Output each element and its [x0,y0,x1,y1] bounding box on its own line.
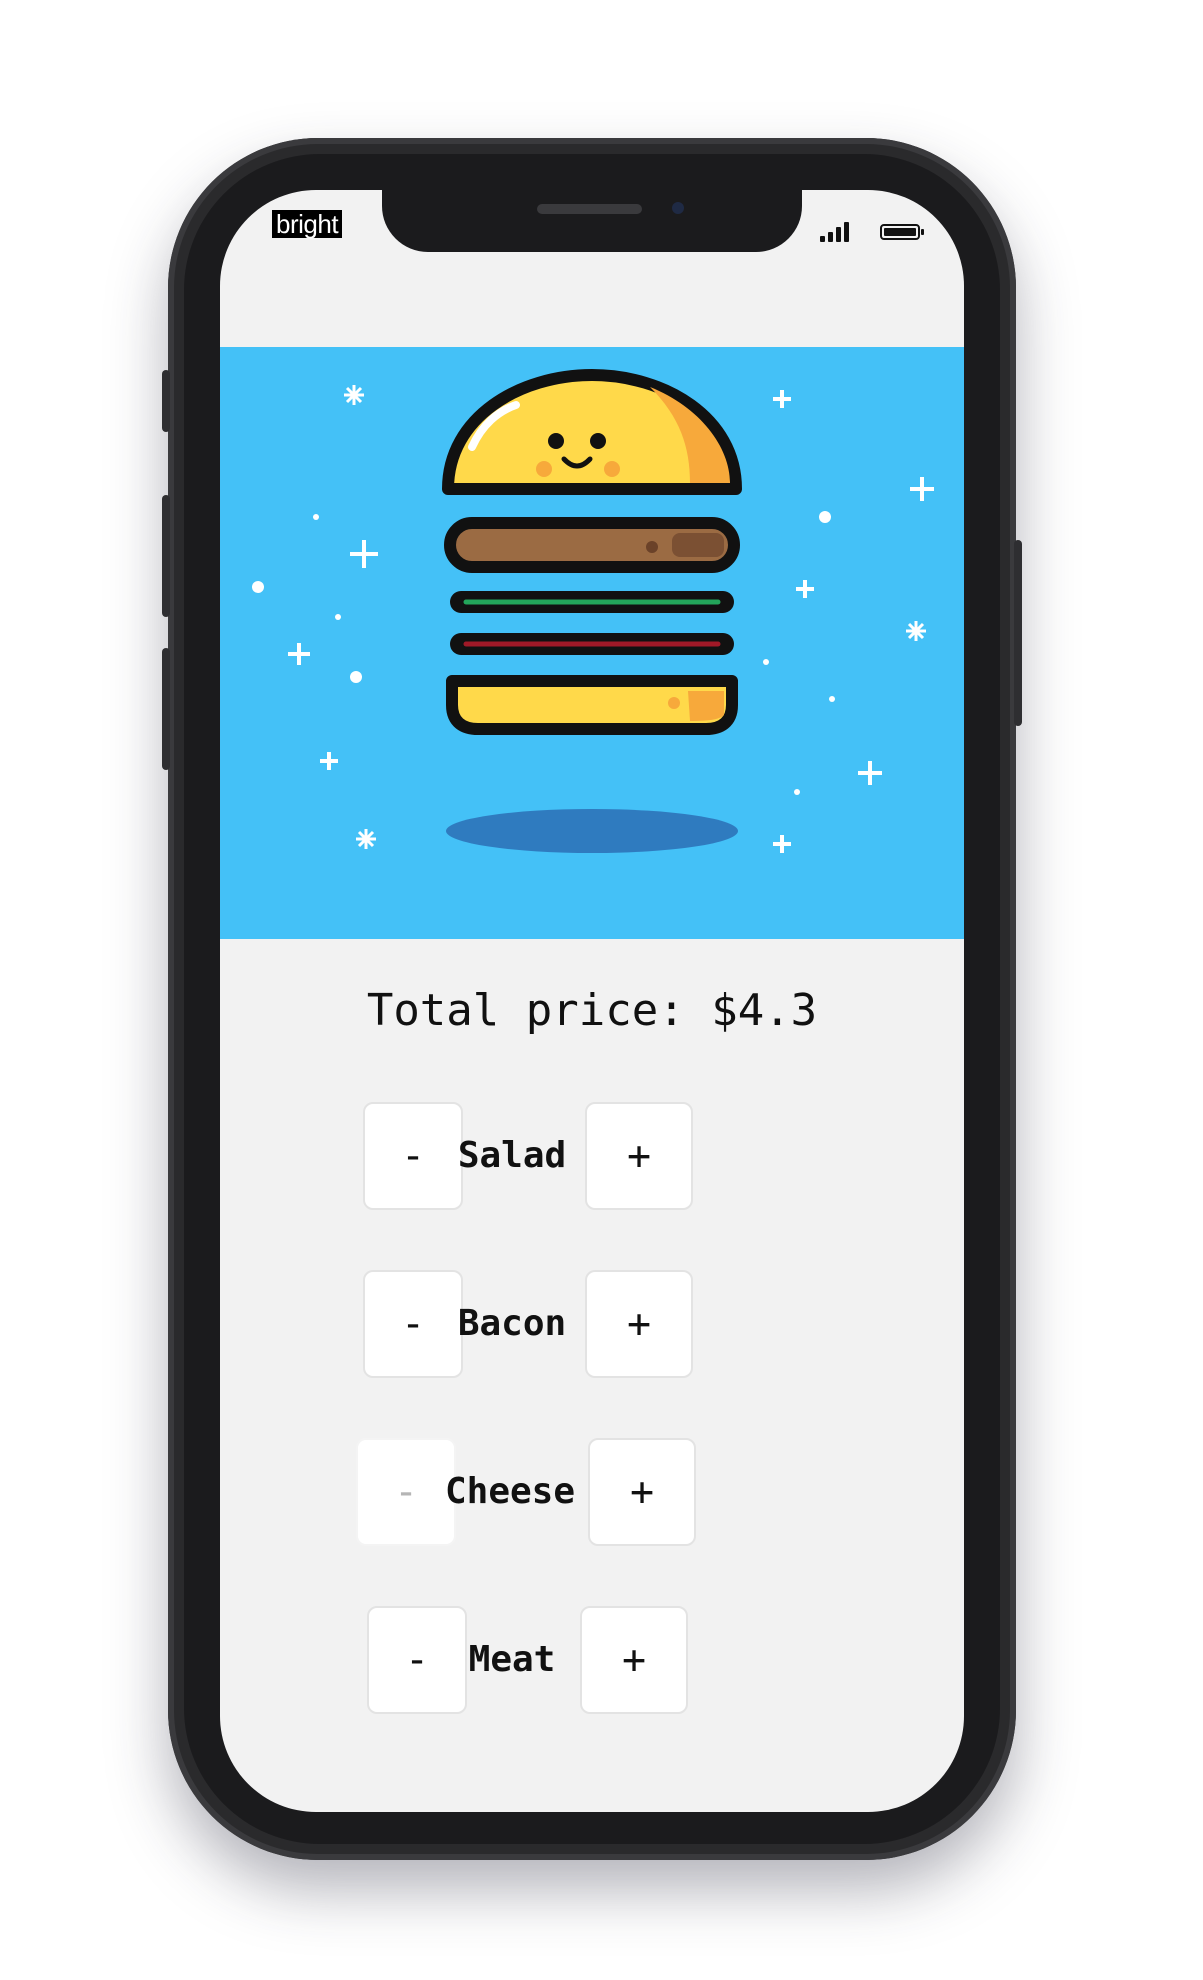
phone-screen: bright Total price: $4.3 - Salad + - Bac… [220,190,964,1812]
salad-label: Salad [457,1135,567,1176]
battery-icon [880,224,924,240]
cheese-label: Cheese [444,1471,576,1512]
front-camera [672,202,684,214]
bacon-increment-button[interactable]: + [585,1270,693,1378]
notch [382,190,802,252]
burger-hero [220,347,964,939]
burger-shadow [446,809,738,853]
bacon-layer [450,633,734,655]
volume-down-button [162,648,170,770]
bacon-label: Bacon [457,1303,567,1344]
total-price: Total price: $4.3 [366,985,818,1036]
burger-illustration [252,369,934,853]
volume-button [162,370,170,432]
volume-up-button [162,495,170,617]
signal-icon [820,220,856,242]
bottom-bun [446,675,738,735]
cheese-increment-button[interactable]: + [588,1438,696,1546]
ingredient-row-cheese: - Cheese + [220,1438,964,1548]
speaker-grille [537,204,642,214]
ingredient-row-meat: - Meat + [220,1606,964,1716]
power-button [1014,540,1022,726]
salad-increment-button[interactable]: + [585,1102,693,1210]
ingredient-row-salad: - Salad + [220,1102,964,1212]
top-bun [442,369,742,495]
brand-logo: bright [272,210,343,238]
salad-layer [450,591,734,613]
meat-increment-button[interactable]: + [580,1606,688,1714]
patty-layer [444,517,740,573]
ingredient-row-bacon: - Bacon + [220,1270,964,1380]
